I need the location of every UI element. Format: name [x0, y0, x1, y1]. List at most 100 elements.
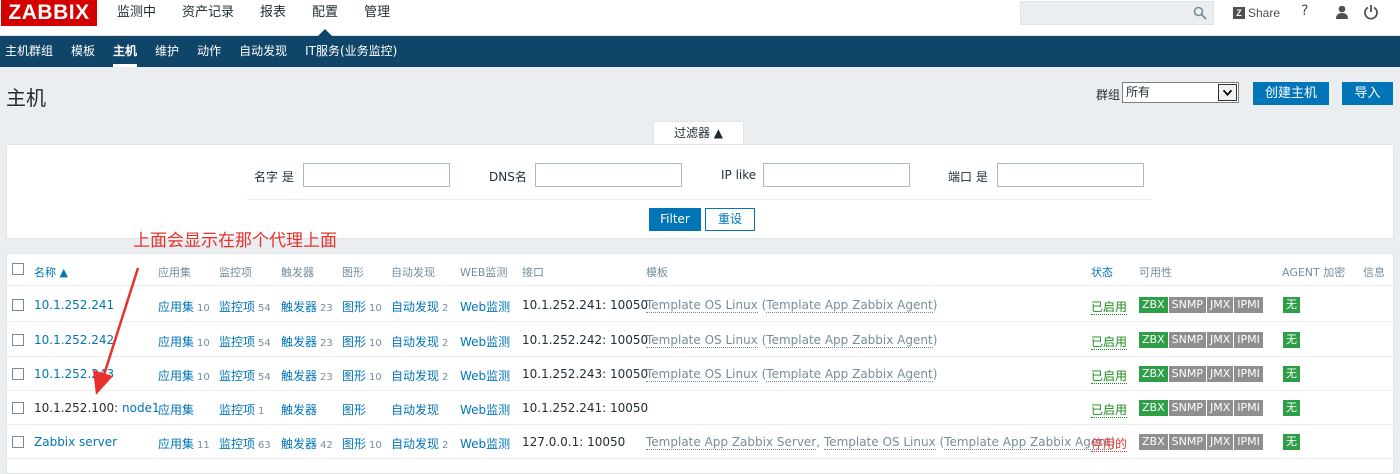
subnav-templates[interactable]: 模板	[66, 36, 107, 67]
discovery-link[interactable]: 自动发现	[391, 369, 439, 383]
help-icon[interactable]: ?	[1301, 3, 1308, 19]
template-link[interactable]: Template App Zabbix Agent	[944, 435, 1111, 450]
menu-inventory[interactable]: 资产记录	[169, 0, 247, 36]
applications-link[interactable]: 应用集	[158, 369, 194, 383]
search-input[interactable]	[1020, 1, 1214, 25]
triggers-link[interactable]: 触发器	[281, 403, 317, 417]
triggers-link[interactable]: 触发器	[281, 300, 317, 314]
web-link[interactable]: Web监测	[460, 335, 510, 349]
filter-tab[interactable]: 过滤器 ▲	[653, 121, 744, 145]
sign-out-icon[interactable]	[1363, 4, 1379, 20]
applications-cell: 应用集 10	[158, 298, 210, 315]
apps-count: 11	[197, 440, 210, 451]
items-link[interactable]: 监控项	[219, 437, 255, 451]
items-link[interactable]: 监控项	[219, 369, 255, 383]
host-name-link[interactable]: node1	[122, 401, 160, 415]
menu-configuration[interactable]: 配置	[299, 0, 351, 36]
discovery-link[interactable]: 自动发现	[391, 335, 439, 349]
encryption-badge: 无	[1283, 366, 1300, 382]
items-link[interactable]: 监控项	[219, 335, 255, 349]
host-name-link[interactable]: 10.1.252.241	[34, 298, 114, 312]
template-link[interactable]: Template App Zabbix Agent	[766, 333, 933, 348]
web-link[interactable]: Web监测	[460, 369, 510, 383]
status-toggle[interactable]: 已启用	[1091, 335, 1128, 350]
applications-link[interactable]: 应用集	[158, 300, 194, 314]
row-checkbox[interactable]	[12, 402, 24, 414]
encryption-badge: 无	[1283, 434, 1300, 450]
menu-monitoring[interactable]: 监测中	[104, 0, 169, 36]
select-all-checkbox[interactable]	[12, 263, 24, 275]
row-checkbox[interactable]	[12, 368, 24, 380]
items-link[interactable]: 监控项	[219, 403, 255, 417]
filter-apply-button[interactable]: Filter	[649, 208, 701, 231]
filter-name-input[interactable]	[303, 163, 450, 187]
applications-link[interactable]: 应用集	[158, 335, 194, 349]
row-checkbox[interactable]	[12, 299, 24, 311]
host-name-link[interactable]: 10.1.252.242	[34, 333, 114, 347]
filter-reset-button[interactable]: 重设	[705, 208, 755, 231]
graphs-link[interactable]: 图形	[342, 335, 366, 349]
discovery-link[interactable]: 自动发现	[391, 300, 439, 314]
availability-badges: ZBX SNMP JMX IPMI	[1139, 400, 1263, 416]
subnav-discovery[interactable]: 自动发现	[234, 36, 299, 67]
subnav-maintenance[interactable]: 维护	[150, 36, 191, 67]
user-profile-icon[interactable]	[1334, 4, 1350, 20]
zabbix-logo[interactable]: ZABBIX	[1, 0, 97, 26]
row-checkbox[interactable]	[12, 436, 24, 448]
applications-link[interactable]: 应用集	[158, 403, 194, 417]
applications-cell: 应用集 10	[158, 333, 210, 350]
web-link[interactable]: Web监测	[460, 403, 510, 417]
search-icon[interactable]	[1193, 6, 1207, 20]
web-link[interactable]: Web监测	[460, 437, 510, 451]
status-toggle[interactable]: 已启用	[1091, 369, 1128, 384]
items-link[interactable]: 监控项	[219, 300, 255, 314]
page-title: 主机	[6, 86, 46, 110]
template-link[interactable]: Template OS Linux	[823, 435, 936, 450]
template-link[interactable]: Template App Zabbix Agent	[766, 367, 933, 382]
template-link[interactable]: Template App Zabbix Agent	[766, 298, 933, 313]
menu-reports[interactable]: 报表	[247, 0, 299, 36]
status-toggle[interactable]: 停用的	[1091, 437, 1128, 452]
create-host-button[interactable]: 创建主机	[1253, 82, 1329, 105]
subnav-host-groups[interactable]: 主机群组	[0, 36, 65, 67]
template-link[interactable]: Template OS Linux	[646, 333, 758, 348]
col-name[interactable]: 名称 ▲	[34, 264, 68, 280]
items-count: 1	[258, 406, 265, 417]
template-link[interactable]: Template OS Linux	[646, 298, 758, 313]
status-toggle[interactable]: 已启用	[1091, 403, 1128, 418]
filter-port-input[interactable]	[997, 163, 1144, 187]
col-status[interactable]: 状态	[1091, 264, 1113, 280]
host-name-link[interactable]: 10.1.252.243	[34, 367, 114, 381]
subnav-it-services[interactable]: IT服务(业务监控)	[300, 36, 409, 67]
status-toggle[interactable]: 已启用	[1091, 300, 1128, 315]
applications-link[interactable]: 应用集	[158, 437, 194, 451]
annotation-text: 上面会显示在那个代理上面	[133, 231, 337, 251]
import-button[interactable]: 导入	[1342, 82, 1393, 105]
graphs-link[interactable]: 图形	[342, 403, 366, 417]
discovery-count: 2	[442, 372, 449, 383]
triggers-link[interactable]: 触发器	[281, 437, 317, 451]
graphs-link[interactable]: 图形	[342, 437, 366, 451]
graphs-link[interactable]: 图形	[342, 300, 366, 314]
subnav-actions[interactable]: 动作	[192, 36, 233, 67]
interface-cell: 10.1.252.242: 10050	[522, 333, 649, 347]
host-name-link[interactable]: Zabbix server	[34, 435, 117, 449]
encryption-badge: 无	[1283, 297, 1300, 313]
web-link[interactable]: Web监测	[460, 300, 510, 314]
discovery-link[interactable]: 自动发现	[391, 403, 439, 417]
template-link[interactable]: Template App Zabbix Server	[646, 435, 817, 450]
filter-ip-input[interactable]	[763, 163, 910, 187]
filter-dns-input[interactable]	[535, 163, 682, 187]
share-link[interactable]: Z Share	[1233, 4, 1280, 22]
graphs-link[interactable]: 图形	[342, 369, 366, 383]
triggers-link[interactable]: 触发器	[281, 335, 317, 349]
template-link[interactable]: Template OS Linux	[646, 367, 758, 382]
chevron-down-icon[interactable]	[1218, 84, 1237, 101]
host-name-cell: 10.1.252.243	[34, 367, 114, 381]
group-select[interactable]: 所有	[1122, 82, 1239, 103]
discovery-link[interactable]: 自动发现	[391, 437, 439, 451]
triggers-link[interactable]: 触发器	[281, 369, 317, 383]
subnav-hosts[interactable]: 主机	[108, 36, 149, 67]
row-checkbox[interactable]	[12, 334, 24, 346]
menu-administration[interactable]: 管理	[351, 0, 403, 36]
